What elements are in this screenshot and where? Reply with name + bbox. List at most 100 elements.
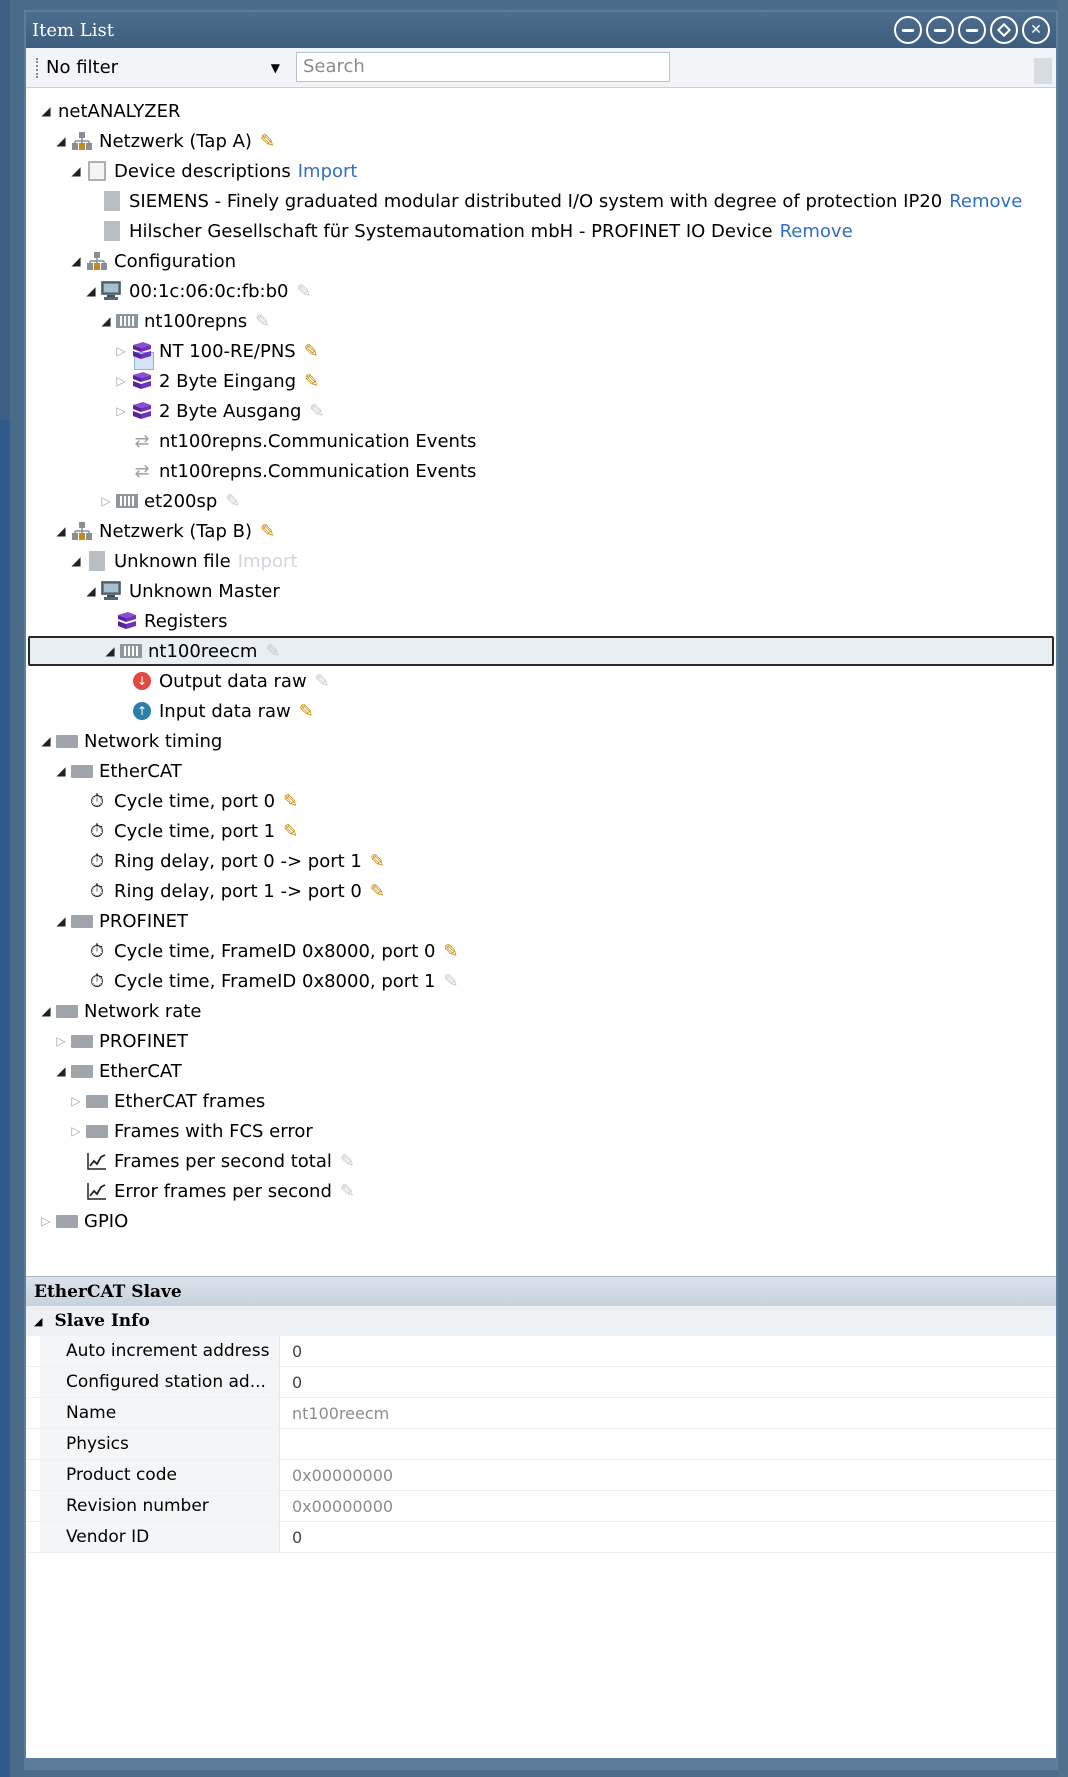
tree-item[interactable]: ↓ Output data raw ✎	[26, 666, 1056, 696]
edit-pencil-icon[interactable]: ✎	[304, 341, 319, 362]
float-icon[interactable]	[990, 16, 1018, 44]
edit-pencil-icon[interactable]: ✎	[299, 701, 314, 722]
expanded-triangle-icon[interactable]: ◢	[53, 524, 69, 538]
tree-item[interactable]: ↑ Input data raw ✎	[26, 696, 1056, 726]
expanded-triangle-icon[interactable]: ◢	[38, 734, 54, 748]
property-row[interactable]: Product code 0x00000000	[26, 1460, 1056, 1491]
import-link[interactable]: Import	[298, 161, 358, 182]
expanded-triangle-icon[interactable]: ◢	[38, 104, 54, 118]
collapsed-triangle-icon[interactable]: ▷	[68, 1124, 84, 1138]
property-row[interactable]: Auto increment address 0	[26, 1336, 1056, 1367]
property-row[interactable]: Vendor ID 0	[26, 1522, 1056, 1553]
close-icon[interactable]: ✕	[1022, 16, 1050, 44]
tree-item[interactable]: ◢ Network timing	[26, 726, 1056, 756]
tree-item[interactable]: ▷ NT 100-RE/PNS ✎	[26, 336, 1056, 366]
tree-item[interactable]: ▷ 2 Byte Eingang ✎	[26, 366, 1056, 396]
property-row[interactable]: Configured station ad... 0	[26, 1367, 1056, 1398]
property-row[interactable]: Physics	[26, 1429, 1056, 1460]
collapsed-triangle-icon[interactable]: ▷	[53, 1034, 69, 1048]
minimize-icon[interactable]	[894, 16, 922, 44]
tree-item[interactable]: ◢ netANALYZER	[26, 96, 1056, 126]
maximize-icon[interactable]	[958, 16, 986, 44]
tree-item[interactable]: ⏱ Cycle time, FrameID 0x8000, port 1 ✎	[26, 966, 1056, 996]
resize-grip-icon[interactable]	[1034, 58, 1052, 84]
tree-item[interactable]: ▷ 2 Byte Ausgang ✎	[26, 396, 1056, 426]
tree-item[interactable]: ◢ Configuration	[26, 246, 1056, 276]
collapsed-triangle-icon[interactable]: ▷	[113, 374, 129, 388]
expanded-triangle-icon[interactable]: ◢	[53, 1064, 69, 1078]
tree-item[interactable]: ▷ et200sp ✎	[26, 486, 1056, 516]
collapsed-triangle-icon[interactable]: ▷	[38, 1214, 54, 1228]
tree-item[interactable]: ◢ nt100reecm ✎	[28, 636, 1054, 666]
property-value[interactable]: 0	[280, 1522, 1056, 1552]
filter-dropdown[interactable]: No filter ▼	[46, 57, 286, 78]
edit-pencil-icon[interactable]: ✎	[283, 791, 298, 812]
expanded-triangle-icon[interactable]: ◢	[83, 584, 99, 598]
property-value[interactable]: 0	[280, 1367, 1056, 1397]
edit-pencil-icon[interactable]: ✎	[255, 311, 270, 332]
edit-pencil-icon[interactable]: ✎	[443, 971, 458, 992]
restore-icon[interactable]	[926, 16, 954, 44]
collapsed-triangle-icon[interactable]: ▷	[113, 344, 129, 358]
edit-pencil-icon[interactable]: ✎	[340, 1181, 355, 1202]
edit-pencil-icon[interactable]: ✎	[225, 491, 240, 512]
expanded-triangle-icon[interactable]: ◢	[68, 554, 84, 568]
tree-item[interactable]: ◢ Unknown Master	[26, 576, 1056, 606]
tree-item[interactable]: ▷ PROFINET	[26, 1026, 1056, 1056]
edit-pencil-icon[interactable]: ✎	[260, 131, 275, 152]
tree-item[interactable]: ◢ Netzwerk (Tap A) ✎	[26, 126, 1056, 156]
tree-item[interactable]: ◢ Device descriptions Import	[26, 156, 1056, 186]
tree-item[interactable]: ⇄ nt100repns.Communication Events	[26, 426, 1056, 456]
tree-item[interactable]: ◢ Unknown file Import	[26, 546, 1056, 576]
tree-item[interactable]: ⏱ Ring delay, port 0 -> port 1 ✎	[26, 846, 1056, 876]
expanded-triangle-icon[interactable]: ◢	[68, 164, 84, 178]
tree-item[interactable]: SIEMENS - Finely graduated modular distr…	[26, 186, 1056, 216]
edit-pencil-icon[interactable]: ✎	[370, 851, 385, 872]
tree-item[interactable]: Hilscher Gesellschaft für Systemautomati…	[26, 216, 1056, 246]
edit-pencil-icon[interactable]: ✎	[260, 521, 275, 542]
edit-pencil-icon[interactable]: ✎	[309, 401, 324, 422]
edit-pencil-icon[interactable]: ✎	[443, 941, 458, 962]
tree-item[interactable]: ◢ 00:1c:06:0c:fb:b0 ✎	[26, 276, 1056, 306]
toolbar-grip[interactable]	[36, 57, 40, 78]
expanded-triangle-icon[interactable]: ◢	[98, 314, 114, 328]
collapsed-triangle-icon[interactable]: ▷	[68, 1094, 84, 1108]
expanded-triangle-icon[interactable]: ◢	[53, 134, 69, 148]
properties-category[interactable]: ◢ Slave Info	[26, 1306, 1056, 1336]
edit-pencil-icon[interactable]: ✎	[304, 371, 319, 392]
tree-item[interactable]: ◢ Network rate	[26, 996, 1056, 1026]
tree-item[interactable]: ◢ Netzwerk (Tap B) ✎	[26, 516, 1056, 546]
property-value[interactable]	[280, 1429, 1056, 1459]
expanded-triangle-icon[interactable]: ◢	[53, 764, 69, 778]
tree-item[interactable]: ⇄ nt100repns.Communication Events	[26, 456, 1056, 486]
expanded-triangle-icon[interactable]: ◢	[83, 284, 99, 298]
property-row[interactable]: Name nt100reecm	[26, 1398, 1056, 1429]
import-link[interactable]: Import	[238, 551, 298, 572]
tree-item[interactable]: ◢ PROFINET	[26, 906, 1056, 936]
expanded-triangle-icon[interactable]: ◢	[102, 644, 118, 658]
tree-item[interactable]: ⏱ Cycle time, port 0 ✎	[26, 786, 1056, 816]
property-value[interactable]: 0x00000000	[280, 1491, 1056, 1521]
tree-item[interactable]: ◢ EtherCAT	[26, 756, 1056, 786]
tree-item[interactable]: ▷ Frames with FCS error	[26, 1116, 1056, 1146]
tree-item[interactable]: Error frames per second ✎	[26, 1176, 1056, 1206]
property-value[interactable]: 0	[280, 1336, 1056, 1366]
property-row[interactable]: Revision number 0x00000000	[26, 1491, 1056, 1522]
edit-pencil-icon[interactable]: ✎	[370, 881, 385, 902]
tree-item[interactable]: ⏱ Cycle time, FrameID 0x8000, port 0 ✎	[26, 936, 1056, 966]
expanded-triangle-icon[interactable]: ◢	[68, 254, 84, 268]
collapsed-triangle-icon[interactable]: ▷	[98, 494, 114, 508]
edit-pencil-icon[interactable]: ✎	[340, 1151, 355, 1172]
collapsed-triangle-icon[interactable]: ▷	[113, 404, 129, 418]
tree-item[interactable]: ◢ EtherCAT	[26, 1056, 1056, 1086]
tree-item[interactable]: ⏱ Cycle time, port 1 ✎	[26, 816, 1056, 846]
expanded-triangle-icon[interactable]: ◢	[38, 1004, 54, 1018]
tree-item[interactable]: ▷ EtherCAT frames	[26, 1086, 1056, 1116]
property-value[interactable]: nt100reecm	[280, 1398, 1056, 1428]
tree-item[interactable]: ▷ GPIO	[26, 1206, 1056, 1236]
search-input[interactable]: Search	[296, 52, 670, 82]
edit-pencil-icon[interactable]: ✎	[283, 821, 298, 842]
edit-pencil-icon[interactable]: ✎	[315, 671, 330, 692]
edit-pencil-icon[interactable]: ✎	[265, 641, 280, 662]
remove-link[interactable]: Remove	[780, 221, 853, 242]
